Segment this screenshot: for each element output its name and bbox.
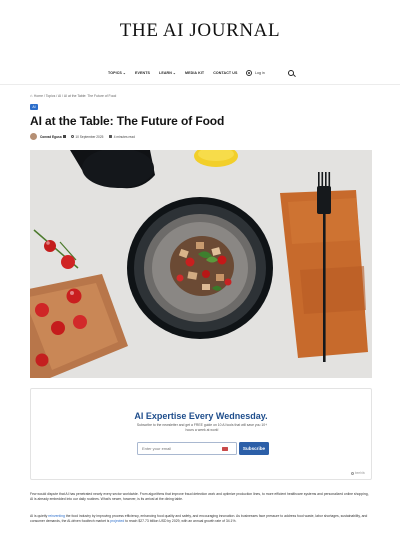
article-paragraph-1: Few would dispute that AI has penetrated… [30, 492, 369, 501]
nav-item-topics[interactable]: TOPICS ⌄ [108, 71, 126, 75]
nav-items: TOPICS ⌄ EVENTS LEARN ⌄ MEDIA KIT CONTAC… [108, 71, 246, 75]
masthead: THE AI JOURNAL [0, 0, 400, 62]
login-label: Log in [255, 71, 265, 75]
main-nav: TOPICS ⌄ EVENTS LEARN ⌄ MEDIA KIT CONTAC… [0, 64, 400, 82]
nav-item-contact-us[interactable]: CONTACT US [213, 71, 237, 75]
nav-item-events[interactable]: EVENTS [135, 71, 150, 75]
mail-icon[interactable] [62, 135, 66, 138]
input-autofill-icon[interactable] [222, 446, 228, 451]
publish-date: 10 September 2025 [75, 134, 104, 139]
newsletter-heading: AI Expertise Every Wednesday. [134, 411, 268, 421]
read-time-icon [109, 135, 113, 138]
user-icon [246, 70, 252, 76]
newsletter-box: AI Expertise Every Wednesday. Subscribe … [30, 388, 372, 480]
newsletter-description: Subscribe to the newsletter and get a FR… [136, 423, 268, 432]
article-meta: Conrad Egusa 10 September 2025 4 minutes… [30, 133, 135, 140]
search-icon[interactable] [288, 70, 294, 76]
powered-by-label: beehiiv [354, 471, 365, 475]
breadcrumb-text[interactable]: Home / Topics / AI / AI at the Table: Th… [34, 94, 116, 98]
home-icon[interactable]: ⌂ [30, 93, 32, 98]
hero-illustration [30, 150, 372, 378]
breadcrumb: ⌂ Home / Topics / AI / AI at the Table: … [30, 93, 116, 98]
read-time: 4 minutes read [113, 134, 135, 139]
nav-item-learn[interactable]: LEARN ⌄ [159, 71, 176, 75]
site-logo[interactable]: THE AI JOURNAL [120, 20, 280, 42]
inline-link-reinventing[interactable]: reinventing [48, 514, 65, 518]
author-avatar[interactable] [30, 133, 37, 140]
beehiiv-icon [350, 471, 354, 475]
login-link[interactable]: Log in [246, 70, 265, 76]
nav-divider [0, 84, 400, 85]
category-badge[interactable]: AI [30, 104, 38, 110]
article-title: AI at the Table: The Future of Food [30, 114, 225, 128]
hero-image [30, 150, 372, 378]
author-name[interactable]: Conrad Egusa [40, 135, 62, 139]
chevron-down-icon: ⌄ [172, 71, 177, 75]
clock-icon [70, 134, 74, 139]
article-paragraph-2: AI is quietly reinventing the food indus… [30, 514, 368, 523]
chevron-down-icon: ⌄ [122, 71, 127, 75]
nav-item-media-kit[interactable]: MEDIA KIT [185, 71, 204, 75]
inline-link-projected[interactable]: projected [110, 519, 124, 523]
powered-by[interactable]: beehiiv [350, 471, 365, 475]
subscribe-button[interactable]: Subscribe [239, 442, 269, 455]
